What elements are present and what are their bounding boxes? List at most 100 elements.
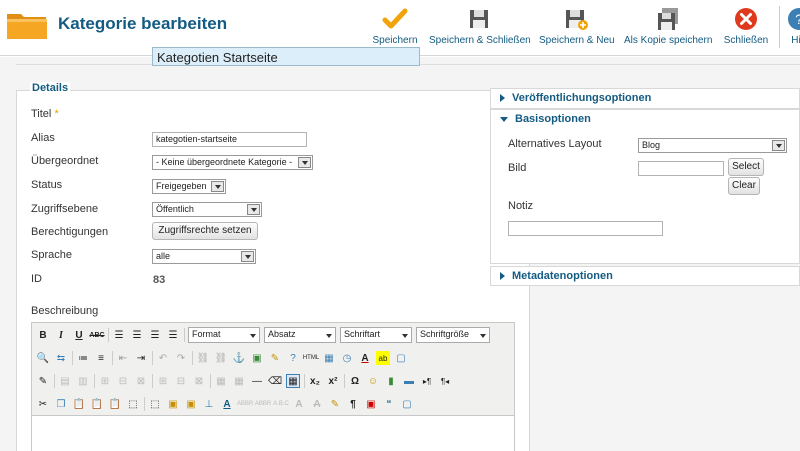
delete-col-icon[interactable]: ⊠ xyxy=(192,374,206,388)
insert-col-icon[interactable]: ⊞ xyxy=(156,374,170,388)
format-select[interactable]: Format xyxy=(188,327,260,343)
bullet-list-icon[interactable]: ≔ xyxy=(76,351,90,365)
note-input[interactable] xyxy=(508,221,663,236)
help-button[interactable]: ? Hi xyxy=(786,6,800,46)
title-input[interactable]: Kategotien Startseite xyxy=(152,47,420,66)
ltr-icon[interactable]: ▬ xyxy=(402,374,416,388)
metadata-options-header[interactable]: Metadatenoptionen xyxy=(500,270,613,282)
paste-icon[interactable]: 📋 xyxy=(72,397,86,411)
insert-row-before-icon[interactable]: ⊞ xyxy=(98,374,112,388)
numbered-list-icon[interactable]: ≡ xyxy=(94,351,108,365)
table-icon[interactable]: ▦ xyxy=(286,374,300,388)
highlight-color-icon[interactable]: ab xyxy=(376,351,390,365)
publishing-options-header[interactable]: Veröffentlichungsoptionen xyxy=(500,92,651,104)
undo-icon[interactable]: ↶ xyxy=(156,351,170,365)
table-row-props-icon[interactable]: ▤ xyxy=(58,374,72,388)
clear-image-button[interactable]: Clear xyxy=(728,177,760,195)
save-new-button[interactable]: Speichern & Neu xyxy=(539,6,615,46)
required-star: * xyxy=(54,108,59,120)
paste-word-icon[interactable]: 📋 xyxy=(108,397,122,411)
replace-icon[interactable]: ⇆ xyxy=(54,351,68,365)
image-input[interactable] xyxy=(638,161,724,176)
underline-icon[interactable]: U xyxy=(72,328,86,342)
chevron-down-icon xyxy=(211,181,224,192)
italic-icon[interactable]: I xyxy=(54,328,68,342)
paste-text-icon[interactable]: 📋 xyxy=(90,397,104,411)
paragraph-select[interactable]: Absatz xyxy=(264,327,336,343)
insert-col-after-icon[interactable]: ⊟ xyxy=(174,374,188,388)
fullscreen-icon[interactable]: ▢ xyxy=(394,351,408,365)
cut-icon[interactable]: ✂ xyxy=(36,397,50,411)
html-source-icon[interactable]: HTML xyxy=(303,351,319,365)
save-close-button[interactable]: Speichern & Schließen xyxy=(429,6,531,46)
save-button[interactable]: Speichern xyxy=(372,6,418,46)
blockquote-icon[interactable]: “ xyxy=(382,397,396,411)
align-center-icon[interactable]: ☰ xyxy=(130,328,144,342)
image-icon[interactable]: ▣ xyxy=(250,351,264,365)
template-icon[interactable]: ▣ xyxy=(364,397,378,411)
align-justify-icon[interactable]: ☰ xyxy=(166,328,180,342)
special-char-icon[interactable]: Ω xyxy=(348,374,362,388)
insertion-icon[interactable]: A xyxy=(292,397,306,411)
help-circle-icon[interactable]: ? xyxy=(286,351,300,365)
indent-icon[interactable]: ⇥ xyxy=(134,351,148,365)
cite-icon[interactable]: ABBR xyxy=(237,397,253,411)
attributes-icon[interactable]: ✎ xyxy=(328,397,342,411)
insert-date-icon[interactable]: ▦ xyxy=(322,351,336,365)
delete-row-icon[interactable]: ⊠ xyxy=(134,374,148,388)
horizontal-rule-icon[interactable]: — xyxy=(250,374,264,388)
deletion-icon[interactable]: A xyxy=(310,397,324,411)
edit-icon[interactable]: ✎ xyxy=(36,374,50,388)
emoticon-icon[interactable]: ☺ xyxy=(366,374,380,388)
close-button[interactable]: Schließen xyxy=(722,6,770,46)
table-cell-props-icon[interactable]: ▥ xyxy=(76,374,90,388)
basic-options-header[interactable]: Basisoptionen xyxy=(500,113,591,125)
text-color-icon[interactable]: A xyxy=(358,351,372,365)
select-all-icon[interactable]: ⬚ xyxy=(126,397,140,411)
alias-input[interactable]: kategotien-startseite xyxy=(152,132,307,147)
media-icon[interactable]: ▮ xyxy=(384,374,398,388)
font-select[interactable]: Schriftart xyxy=(340,327,412,343)
unlink-icon[interactable]: ⛓ xyxy=(214,351,228,365)
move-backward-icon[interactable]: ▣ xyxy=(184,397,198,411)
cleanup-icon[interactable]: ✎ xyxy=(268,351,282,365)
split-cells-icon[interactable]: ▦ xyxy=(232,374,246,388)
save-copy-button[interactable]: Als Kopie speichern xyxy=(624,6,712,46)
editor-toolbar-row-3: ✎ ▤ ▥ ⊞ ⊟ ⊠ ⊞ ⊟ ⊠ ▦ ▦ — ⌫ ▦ x₂ x² Ω ☺ ▮ … xyxy=(36,372,456,390)
anchor-icon[interactable]: ⚓ xyxy=(232,351,246,365)
redo-icon[interactable]: ↷ xyxy=(174,351,188,365)
merge-cells-icon[interactable]: ▦ xyxy=(214,374,228,388)
insert-layer-icon[interactable]: ⬚ xyxy=(148,397,162,411)
alt-layout-select[interactable]: Blog xyxy=(638,138,787,153)
subscript-icon[interactable]: x₂ xyxy=(308,374,322,388)
parent-select[interactable]: - Keine übergeordnete Kategorie - xyxy=(152,155,313,170)
insert-time-icon[interactable]: ◷ xyxy=(340,351,354,365)
insert-row-after-icon[interactable]: ⊟ xyxy=(116,374,130,388)
outdent-icon[interactable]: ⇤ xyxy=(116,351,130,365)
move-forward-icon[interactable]: ▣ xyxy=(166,397,180,411)
set-permissions-button[interactable]: Zugriffsrechte setzen xyxy=(152,222,258,240)
access-select[interactable]: Öffentlich xyxy=(152,202,262,217)
link-icon[interactable]: ⛓ xyxy=(196,351,210,365)
acronym-icon[interactable]: A.B.C xyxy=(273,397,289,411)
abbr-icon[interactable]: ABBR xyxy=(255,397,271,411)
bold-icon[interactable]: B xyxy=(36,328,50,342)
absolute-icon[interactable]: ⊥ xyxy=(202,397,216,411)
editor-content-area[interactable] xyxy=(32,415,514,451)
direction-ltr-icon[interactable]: ▸¶ xyxy=(420,374,434,388)
strikethrough-icon[interactable]: ABC xyxy=(89,328,104,342)
align-right-icon[interactable]: ☰ xyxy=(148,328,162,342)
select-image-button[interactable]: Select xyxy=(728,158,764,176)
font-size-select[interactable]: Schriftgröße xyxy=(416,327,490,343)
status-select[interactable]: Freigegeben xyxy=(152,179,226,194)
align-left-icon[interactable]: ☰ xyxy=(112,328,126,342)
remove-format-icon[interactable]: ⌫ xyxy=(268,374,282,388)
direction-rtl-icon[interactable]: ¶◂ xyxy=(438,374,452,388)
language-select[interactable]: alle xyxy=(152,249,256,264)
pilcrow-icon[interactable]: ¶ xyxy=(346,397,360,411)
copy-icon[interactable]: ❐ xyxy=(54,397,68,411)
find-icon[interactable]: 🔍 xyxy=(36,351,50,365)
style-props-icon[interactable]: A xyxy=(220,397,234,411)
superscript-icon[interactable]: x² xyxy=(326,374,340,388)
pagebreak-icon[interactable]: ▢ xyxy=(400,397,414,411)
